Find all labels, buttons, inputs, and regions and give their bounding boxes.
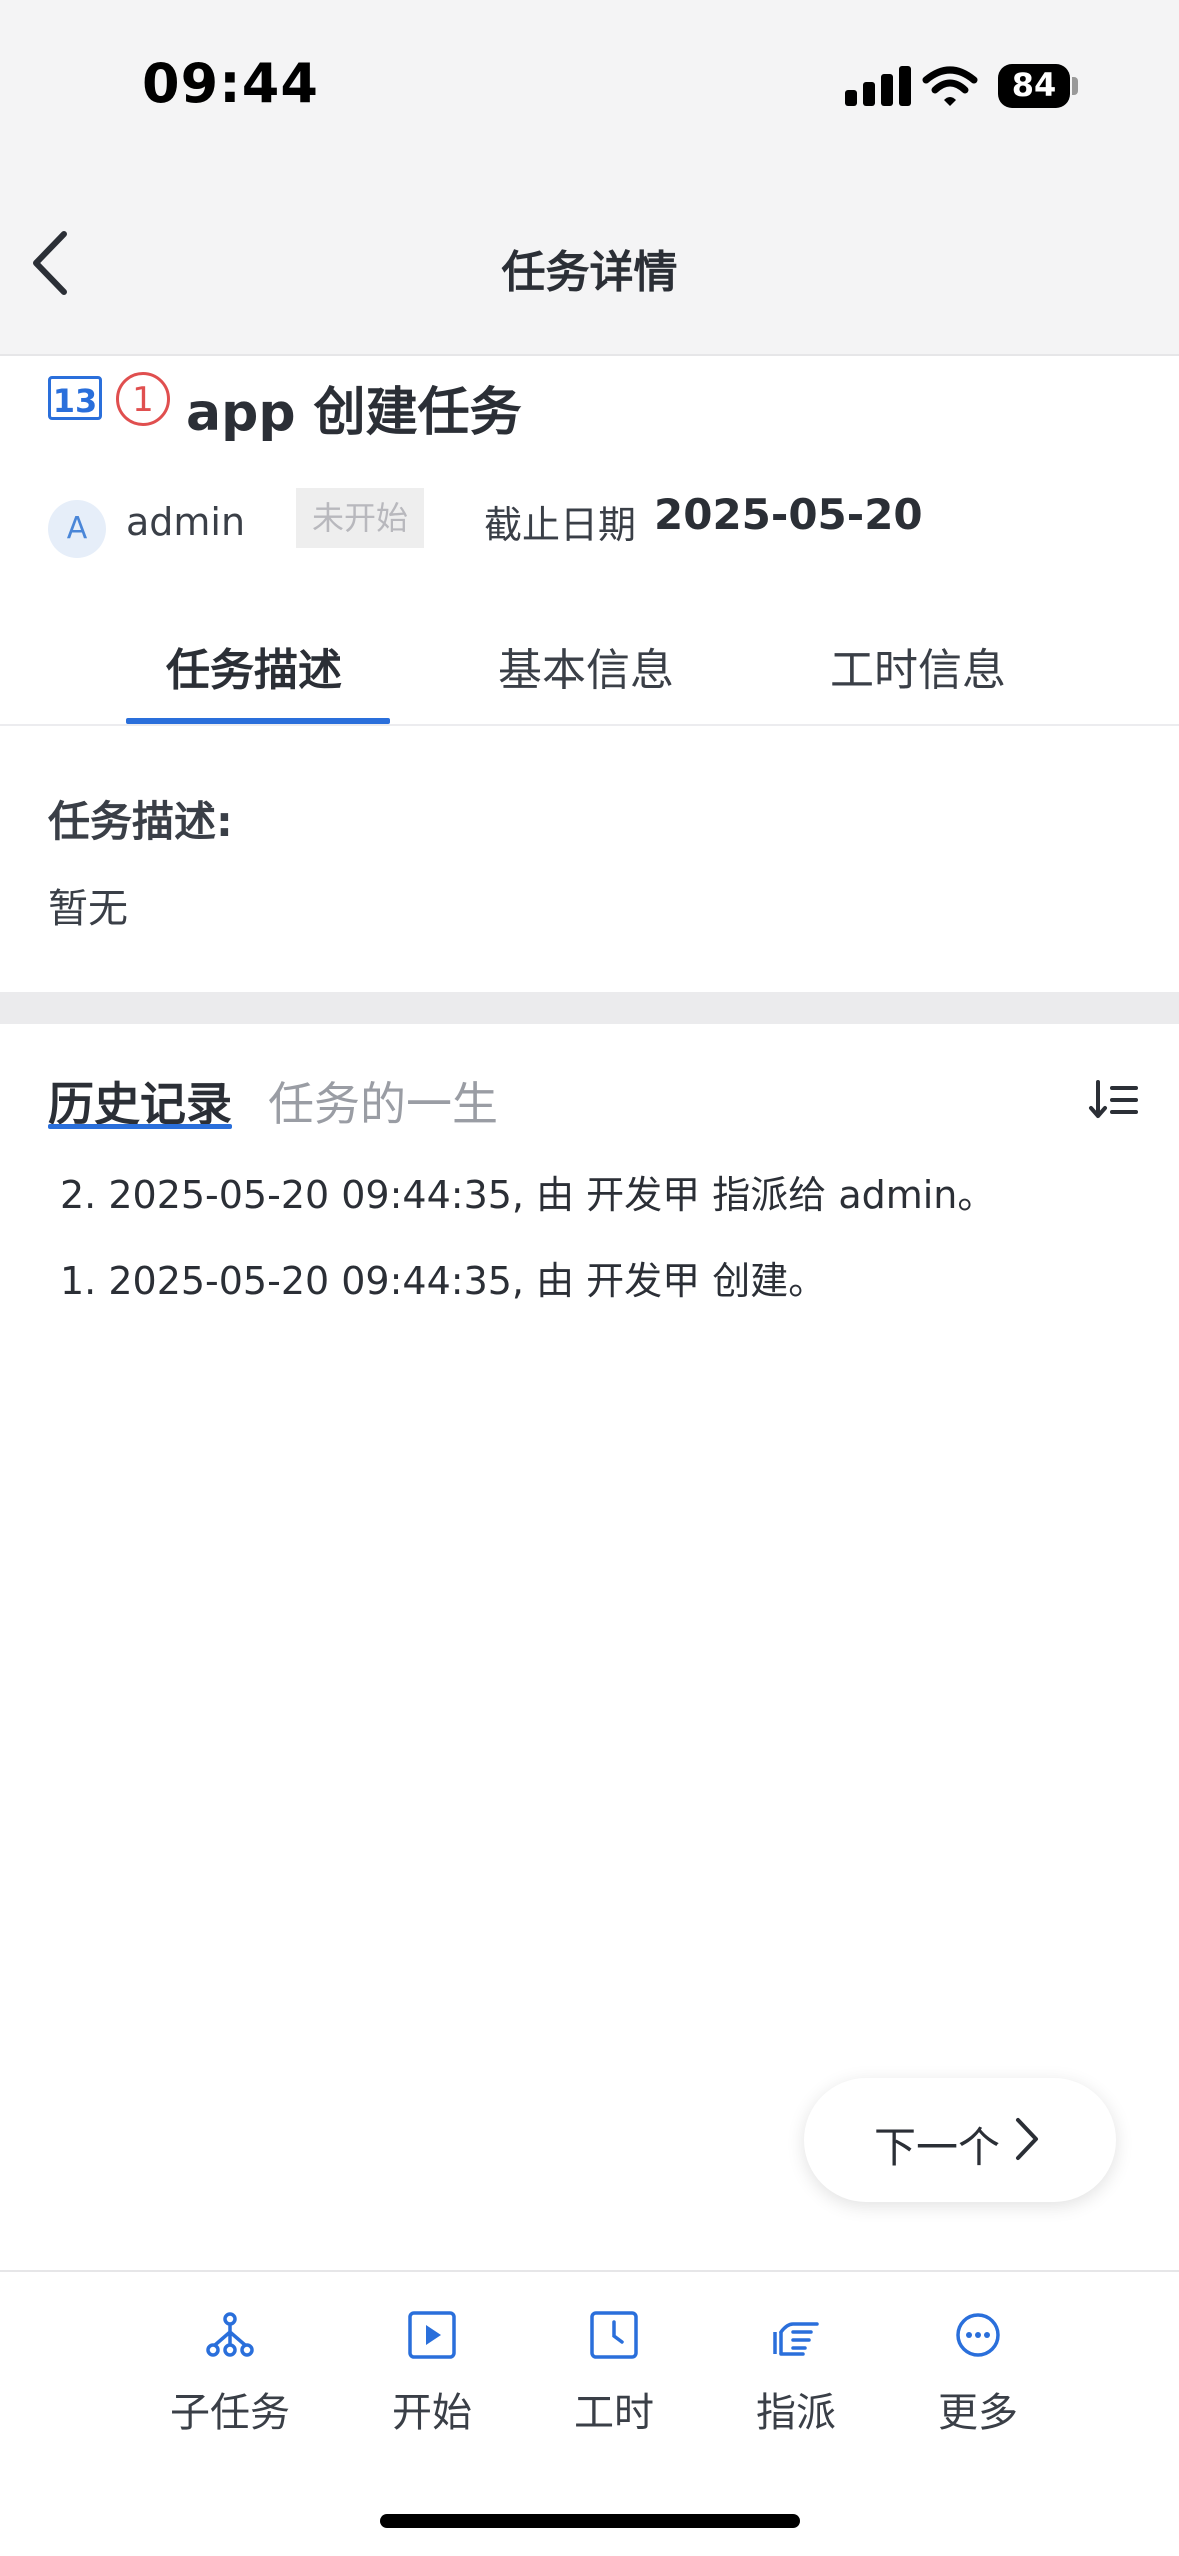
- next-button[interactable]: 下一个: [804, 2078, 1116, 2202]
- tab-worktime-info[interactable]: 工时信息: [830, 634, 1006, 698]
- tab-basic-info[interactable]: 基本信息: [498, 634, 674, 698]
- next-button-label: 下一个: [874, 2123, 1001, 2172]
- assign-hand-icon: [773, 2322, 819, 2356]
- battery-icon: 84: [998, 64, 1080, 110]
- wifi-icon: [922, 66, 978, 106]
- assignee-name: admin: [126, 500, 246, 544]
- home-indicator[interactable]: [380, 2514, 800, 2528]
- history-item: 1. 2025-05-20 09:44:35, 由 开发甲 创建。: [60, 1259, 827, 1303]
- more-label: 更多: [938, 2390, 1018, 2436]
- chevron-right-icon: [1016, 2118, 1038, 2160]
- worktime-label: 工时: [574, 2390, 654, 2436]
- more-button[interactable]: 更多: [898, 2310, 1058, 2450]
- history-item: 2. 2025-05-20 09:44:35, 由 开发甲 指派给 admin。: [60, 1173, 996, 1217]
- description-value: 暂无: [48, 886, 128, 932]
- bottom-bar-divider: [0, 2270, 1179, 2272]
- start-button[interactable]: 开始: [352, 2310, 512, 2450]
- start-label: 开始: [392, 2390, 472, 2436]
- battery-level: 84: [1011, 66, 1057, 104]
- sort-icon[interactable]: [1088, 1078, 1140, 1122]
- tab-task-lifecycle[interactable]: 任务的一生: [268, 1068, 498, 1134]
- priority-badge: 1: [116, 372, 170, 426]
- tabs-divider: [0, 724, 1179, 726]
- play-icon: [408, 2311, 456, 2359]
- status-badge: 未开始: [296, 488, 424, 548]
- status-time: 09:44: [142, 52, 319, 115]
- deadline-label: 截止日期: [484, 503, 637, 547]
- section-divider: [0, 992, 1179, 1024]
- subtask-icon: [206, 2312, 254, 2357]
- subtask-button[interactable]: 子任务: [150, 2310, 310, 2450]
- assign-button[interactable]: 指派: [716, 2310, 876, 2450]
- clock-icon: [590, 2311, 638, 2359]
- page-title: 任务详情: [501, 247, 678, 298]
- task-title: app 创建任务: [186, 383, 522, 443]
- deadline-value: 2025-05-20: [654, 490, 923, 539]
- avatar: A: [48, 500, 106, 558]
- worktime-button[interactable]: 工时: [534, 2310, 694, 2450]
- more-icon: [956, 2313, 1000, 2357]
- subtask-label: 子任务: [170, 2390, 290, 2436]
- assign-label: 指派: [756, 2390, 836, 2436]
- tab-task-description[interactable]: 任务描述: [166, 634, 342, 698]
- history-tab-indicator: [48, 1124, 232, 1129]
- description-label: 任务描述:: [48, 797, 233, 846]
- task-id-badge: 13: [48, 376, 102, 420]
